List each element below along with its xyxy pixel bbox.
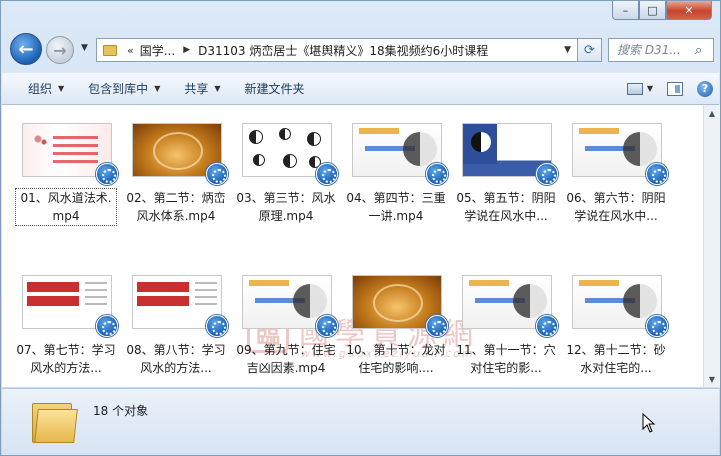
- help-icon[interactable]: ?: [697, 80, 713, 97]
- share-label: 共享: [184, 82, 209, 96]
- media-player-badge-icon: [426, 163, 448, 185]
- breadcrumb-separator-icon[interactable]: ▶: [183, 45, 190, 55]
- file-item[interactable]: 03、第三节：风水原理.mp4: [232, 113, 340, 223]
- details-pane: 18 个对象: [2, 388, 719, 455]
- chevron-down-icon: ▼: [154, 84, 161, 93]
- file-name: 01、风水道法术.mp4: [15, 188, 117, 226]
- toolbar-right: ▼ ?: [626, 80, 719, 97]
- navigation-row: ← → ▼ « 国学... ▶ D31103 炳峦居士《堪舆精义》18集视频约6…: [1, 31, 721, 69]
- folder-icon: [32, 399, 78, 445]
- new-folder-label: 新建文件夹: [244, 82, 305, 96]
- media-player-badge-icon: [316, 315, 338, 337]
- breadcrumb-segment-root[interactable]: 国学...: [140, 42, 175, 59]
- file-item[interactable]: 07、第七节：学习风水的方法...: [12, 265, 120, 375]
- search-box[interactable]: ⌕: [608, 38, 714, 62]
- file-name: 07、第七节：学习风水的方法...: [16, 343, 116, 375]
- explorer-window: – □ ✕ ← → ▼ « 国学... ▶ D31103 炳峦居士《堪舆精义》1…: [0, 0, 721, 456]
- file-item[interactable]: 08、第八节：学习风水的方法...: [122, 265, 230, 375]
- file-name: 03、第三节：风水原理.mp4: [236, 191, 336, 223]
- forward-button[interactable]: →: [46, 36, 74, 64]
- media-player-badge-icon: [646, 163, 668, 185]
- chevron-down-icon: ▼: [58, 84, 65, 93]
- file-name: 02、第二节：炳峦风水体系.mp4: [126, 191, 226, 223]
- breadcrumb-overflow-chevron[interactable]: «: [127, 44, 134, 57]
- scroll-track[interactable]: [704, 121, 720, 371]
- search-icon[interactable]: ⌕: [695, 43, 702, 58]
- organize-label: 组织: [28, 82, 53, 96]
- close-button[interactable]: ✕: [666, 1, 712, 20]
- close-icon: ✕: [684, 3, 694, 17]
- address-dropdown-icon[interactable]: ▼: [564, 45, 571, 55]
- maximize-button[interactable]: □: [639, 1, 666, 20]
- file-name: 05、第五节：阴阳学说在风水中...: [456, 191, 556, 223]
- search-input[interactable]: [617, 43, 695, 57]
- media-player-badge-icon: [316, 163, 338, 185]
- vertical-scrollbar[interactable]: ▲ ▼: [703, 105, 720, 387]
- file-name: 08、第八节：学习风水的方法...: [126, 343, 226, 375]
- scroll-down-icon[interactable]: ▼: [704, 371, 720, 387]
- mouse-cursor-icon: [642, 413, 656, 433]
- share-menu[interactable]: 共享 ▼: [172, 76, 232, 102]
- media-player-badge-icon: [96, 315, 118, 337]
- file-item[interactable]: 01、风水道法术.mp4: [12, 113, 120, 226]
- recent-pages-dropdown[interactable]: ▼: [81, 43, 88, 53]
- back-button[interactable]: ←: [10, 33, 42, 65]
- media-player-badge-icon: [646, 315, 668, 337]
- item-count: 18 个对象: [93, 404, 149, 418]
- refresh-icon: ⟳: [584, 42, 595, 58]
- file-name: 11、第十一节：穴对住宅的影...: [456, 343, 556, 375]
- include-library-label: 包含到库中: [88, 82, 149, 96]
- maximize-icon: □: [647, 3, 658, 17]
- file-item[interactable]: 02、第二节：炳峦风水体系.mp4: [122, 113, 230, 223]
- organize-menu[interactable]: 组织 ▼: [2, 76, 76, 102]
- chevron-down-icon: ▼: [214, 84, 221, 93]
- file-name: 12、第十二节：砂水对住宅的...: [566, 343, 666, 375]
- media-player-badge-icon: [206, 163, 228, 185]
- change-view-icon[interactable]: [626, 82, 643, 95]
- file-item[interactable]: 06、第六节：阴阳学说在风水中...: [562, 113, 670, 223]
- minimize-button[interactable]: –: [612, 1, 639, 20]
- file-item[interactable]: 10、第十节：龙对住宅的影响....: [342, 265, 450, 375]
- media-player-badge-icon: [536, 315, 558, 337]
- folder-icon: [103, 44, 117, 56]
- include-library-menu[interactable]: 包含到库中 ▼: [76, 76, 172, 102]
- forward-arrow-icon: →: [53, 40, 67, 60]
- view-dropdown-icon[interactable]: ▼: [647, 84, 653, 93]
- file-item[interactable]: 12、第十二节：砂水对住宅的...: [562, 265, 670, 375]
- back-arrow-icon: ←: [18, 38, 34, 60]
- file-item[interactable]: 04、第四节：三重一讲.mp4: [342, 113, 450, 223]
- file-list[interactable]: 臨 國學資源網 www.guoxueziyuan.com 01、风水道法术.mp…: [2, 105, 703, 387]
- preview-pane-icon[interactable]: [667, 81, 683, 96]
- file-item[interactable]: 09、第九节：住宅吉凶因素.mp4: [232, 265, 340, 375]
- caption-buttons: – □ ✕: [612, 1, 712, 20]
- breadcrumb-segment-current[interactable]: D31103 炳峦居士《堪舆精义》18集视频约6小时课程: [198, 42, 488, 59]
- scroll-up-icon[interactable]: ▲: [704, 105, 720, 121]
- media-player-badge-icon: [96, 163, 118, 185]
- file-item[interactable]: 05、第五节：阴阳学说在风水中...: [452, 113, 560, 223]
- refresh-button[interactable]: ⟳: [578, 38, 602, 62]
- command-bar: 组织 ▼ 包含到库中 ▼ 共享 ▼ 新建文件夹 ▼ ?: [2, 73, 719, 105]
- media-player-badge-icon: [426, 315, 448, 337]
- new-folder-button[interactable]: 新建文件夹: [233, 76, 317, 102]
- minimize-icon: –: [622, 3, 629, 17]
- file-name: 09、第九节：住宅吉凶因素.mp4: [236, 343, 336, 375]
- media-player-badge-icon: [536, 163, 558, 185]
- media-player-badge-icon: [206, 315, 228, 337]
- file-item[interactable]: 11、第十一节：穴对住宅的影...: [452, 265, 560, 375]
- file-name: 10、第十节：龙对住宅的影响....: [346, 343, 446, 375]
- file-name: 04、第四节：三重一讲.mp4: [346, 191, 446, 223]
- address-bar[interactable]: « 国学... ▶ D31103 炳峦居士《堪舆精义》18集视频约6小时课程 ▼: [96, 38, 578, 62]
- file-name: 06、第六节：阴阳学说在风水中...: [566, 191, 666, 223]
